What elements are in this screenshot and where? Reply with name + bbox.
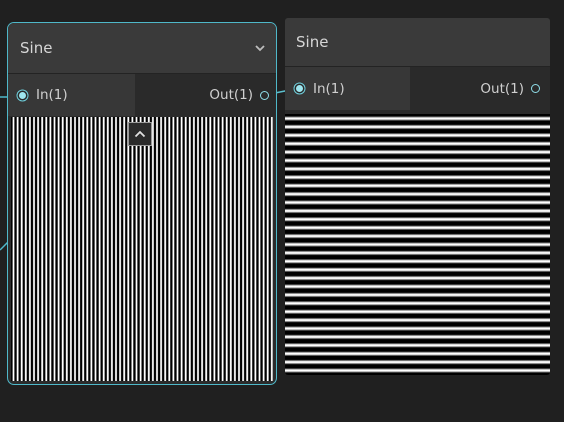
sine-node[interactable]: Sine In(1) Out(1) bbox=[285, 18, 550, 375]
sine-node-selected[interactable]: Sine In(1) Out(1) bbox=[7, 22, 277, 385]
preview-image-vertical-stripes bbox=[11, 117, 273, 381]
input-port-label: In(1) bbox=[36, 87, 68, 103]
node-title: Sine bbox=[296, 33, 329, 51]
output-port-connector[interactable] bbox=[531, 84, 540, 93]
input-port-connector[interactable] bbox=[19, 91, 26, 99]
chevron-down-icon[interactable] bbox=[253, 41, 267, 55]
node-ports: In(1) Out(1) bbox=[8, 73, 276, 116]
output-port-label: Out(1) bbox=[480, 80, 524, 97]
output-port-label: Out(1) bbox=[209, 87, 253, 103]
node-title: Sine bbox=[20, 39, 53, 57]
output-port[interactable]: Out(1) bbox=[135, 74, 276, 116]
output-port[interactable]: Out(1) bbox=[410, 67, 550, 110]
input-port[interactable]: In(1) bbox=[285, 67, 410, 110]
output-port-connector[interactable] bbox=[260, 90, 269, 100]
input-port[interactable]: In(1) bbox=[8, 74, 135, 116]
chevron-up-icon bbox=[134, 130, 146, 138]
input-port-connector[interactable] bbox=[296, 85, 303, 92]
input-port-label: In(1) bbox=[313, 80, 345, 97]
node-ports: In(1) Out(1) bbox=[285, 66, 550, 110]
graph-canvas[interactable]: Sine In(1) Out(1) Sine In(1) Out(1) bbox=[0, 0, 564, 422]
node-header[interactable]: Sine bbox=[285, 18, 550, 66]
preview-image-horizontal-stripes bbox=[285, 114, 550, 375]
node-header[interactable]: Sine bbox=[8, 23, 276, 73]
collapse-preview-button[interactable] bbox=[128, 122, 152, 146]
